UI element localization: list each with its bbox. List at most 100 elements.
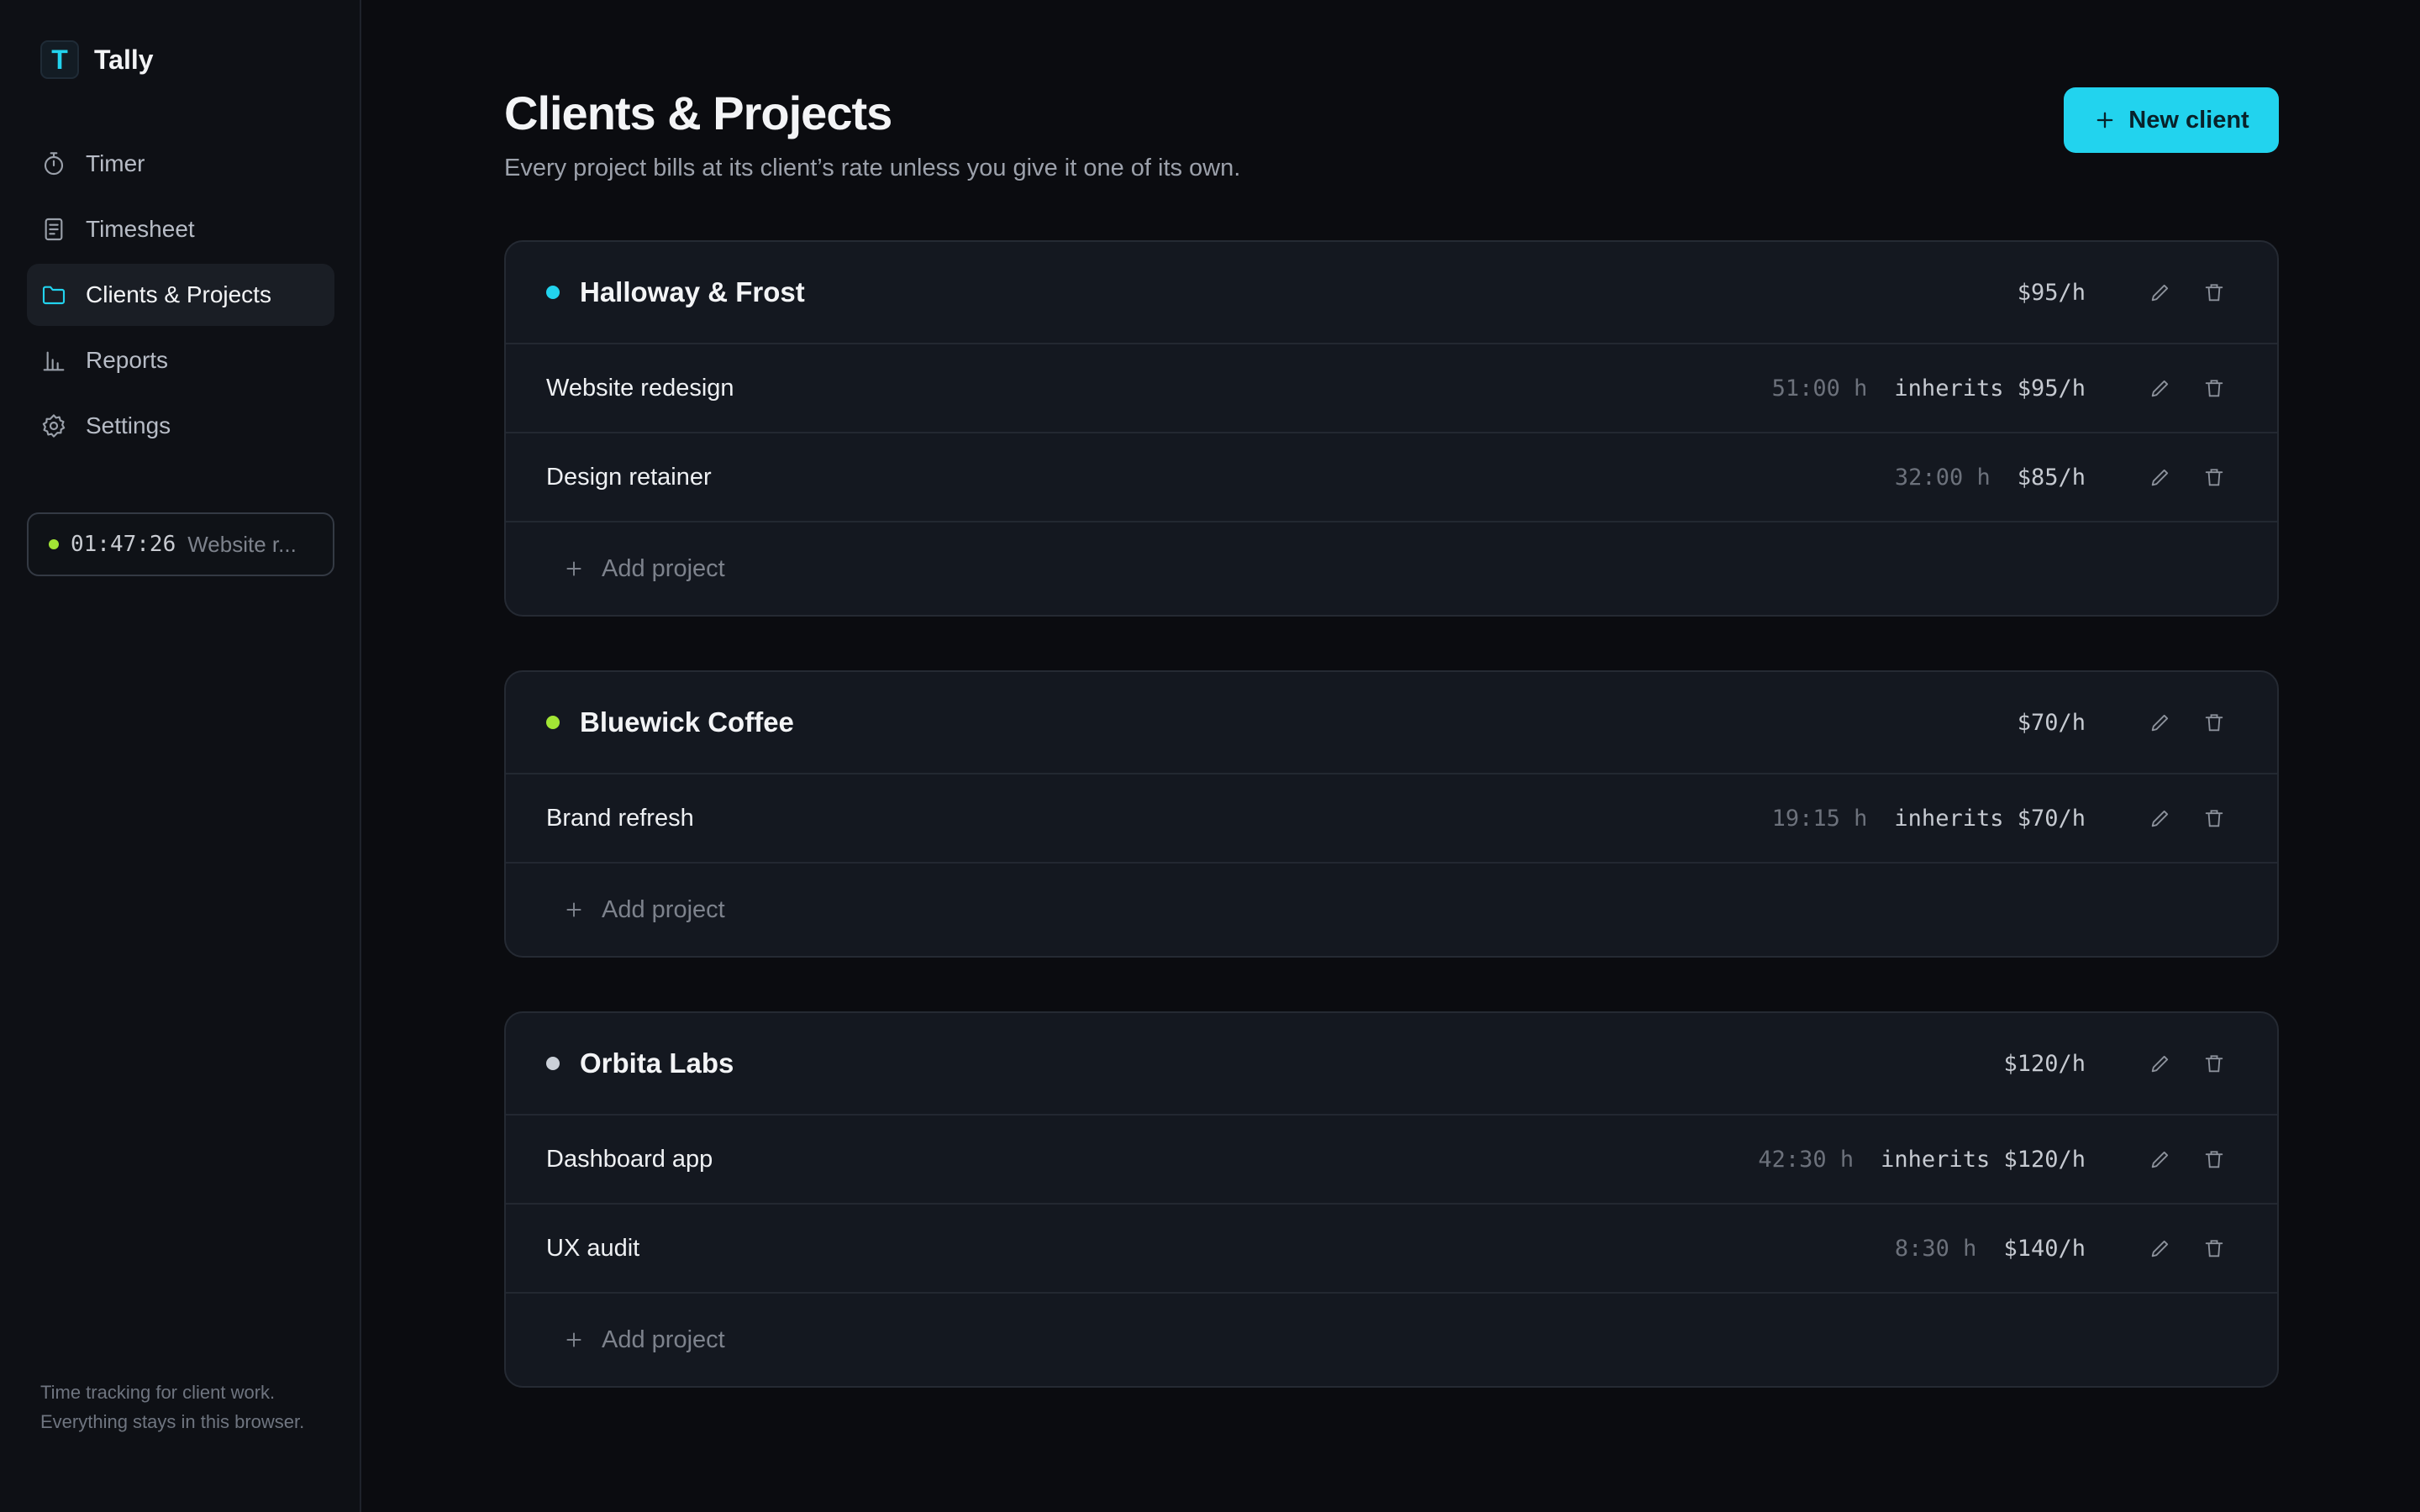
trash-icon	[2205, 1240, 2223, 1257]
delete-client-button[interactable]	[2202, 1051, 2227, 1076]
client-rate: $95/h	[2017, 279, 2086, 306]
project-row[interactable]: Brand refresh 19:15 h inherits $70/h	[506, 774, 2277, 864]
client-rate: $70/h	[2017, 709, 2086, 736]
trash-icon	[2205, 1055, 2223, 1073]
project-row[interactable]: Website redesign 51:00 h inherits $95/h	[506, 344, 2277, 433]
app-name: Tally	[94, 44, 154, 75]
project-name: Design retainer	[546, 463, 712, 491]
project-row[interactable]: UX audit 8:30 h $140/h	[506, 1205, 2277, 1294]
pencil-icon	[2151, 469, 2169, 486]
sidebar-item-label: Reports	[86, 347, 169, 373]
edit-client-button[interactable]	[2148, 1051, 2173, 1076]
trash-icon	[2205, 469, 2223, 486]
delete-client-button[interactable]	[2202, 280, 2227, 305]
trash-icon	[2205, 714, 2223, 732]
project-row[interactable]: Dashboard app 42:30 h inherits $120/h	[506, 1116, 2277, 1205]
project-name: Website redesign	[546, 374, 734, 402]
client-name: Bluewick Coffee	[580, 706, 794, 738]
edit-project-button[interactable]	[2148, 1147, 2173, 1172]
add-project-button[interactable]: Add project	[506, 864, 2277, 956]
edit-project-button[interactable]	[2148, 465, 2173, 490]
delete-client-button[interactable]	[2202, 710, 2227, 735]
client-name: Orbita Labs	[580, 1047, 734, 1079]
new-client-label: New client	[2128, 106, 2249, 134]
sidebar: T Tally Timer Timesheet Clients & Projec…	[0, 0, 361, 1512]
bar-chart-icon	[43, 351, 65, 371]
pencil-icon	[2151, 1055, 2169, 1073]
project-rate: inherits $70/h	[1894, 805, 2086, 832]
running-timer[interactable]: 01:47:26 Website r...	[27, 512, 334, 576]
project-hours: 19:15 h	[1771, 805, 1868, 832]
sidebar-item-timesheet[interactable]: Timesheet	[27, 198, 334, 260]
project-rate: inherits $95/h	[1894, 375, 2086, 402]
client-card: Orbita Labs $120/h Dashboard app 42:30 h…	[504, 1011, 2279, 1388]
edit-project-button[interactable]	[2148, 806, 2173, 831]
project-name: UX audit	[546, 1234, 640, 1262]
client-color-dot	[546, 716, 560, 729]
document-icon	[45, 218, 63, 241]
running-timer-time: 01:47:26	[71, 532, 176, 557]
plus-icon	[566, 902, 581, 917]
delete-project-button[interactable]	[2202, 806, 2227, 831]
plus-icon	[566, 1332, 581, 1347]
edit-client-button[interactable]	[2148, 710, 2173, 735]
add-project-button[interactable]: Add project	[506, 1294, 2277, 1386]
client-color-dot	[546, 286, 560, 299]
trash-icon	[2205, 1151, 2223, 1168]
trash-icon	[2205, 380, 2223, 397]
sidebar-nav: Timer Timesheet Clients & Projects Repor…	[27, 133, 334, 460]
trash-icon	[2205, 810, 2223, 827]
project-rate: $140/h	[2003, 1235, 2086, 1262]
add-project-label: Add project	[602, 895, 725, 923]
project-hours: 8:30 h	[1894, 1235, 1977, 1262]
edit-project-button[interactable]	[2148, 1236, 2173, 1261]
page-title: Clients & Projects	[504, 87, 892, 139]
client-card: Halloway & Frost $95/h Website redesign …	[504, 240, 2279, 617]
delete-project-button[interactable]	[2202, 375, 2227, 401]
sidebar-item-clients-projects[interactable]: Clients & Projects	[27, 264, 334, 326]
sidebar-item-label: Settings	[86, 412, 171, 438]
running-indicator	[49, 539, 59, 549]
project-hours: 42:30 h	[1758, 1146, 1854, 1173]
sidebar-item-label: Timer	[86, 150, 145, 176]
edit-client-button[interactable]	[2148, 280, 2173, 305]
running-timer-project: Website r...	[187, 531, 297, 557]
project-rate: inherits $120/h	[1881, 1146, 2086, 1173]
add-project-label: Add project	[602, 554, 725, 582]
trash-icon	[2205, 284, 2223, 302]
pencil-icon	[2151, 284, 2169, 302]
pencil-icon	[2151, 1151, 2169, 1168]
add-project-label: Add project	[602, 1326, 725, 1353]
project-rate: $85/h	[2017, 464, 2086, 491]
delete-project-button[interactable]	[2202, 1236, 2227, 1261]
client-header: Halloway & Frost $95/h	[506, 242, 2277, 344]
project-name: Brand refresh	[546, 804, 694, 832]
project-hours: 32:00 h	[1894, 464, 1991, 491]
client-name: Halloway & Frost	[580, 276, 805, 307]
plus-icon	[566, 561, 581, 576]
project-row[interactable]: Design retainer 32:00 h $85/h	[506, 433, 2277, 522]
pencil-icon	[2151, 380, 2169, 397]
client-header: Bluewick Coffee $70/h	[506, 672, 2277, 774]
delete-project-button[interactable]	[2202, 1147, 2227, 1172]
pencil-icon	[2151, 810, 2169, 827]
sidebar-item-label: Clients & Projects	[86, 281, 271, 307]
pencil-icon	[2151, 714, 2169, 732]
sidebar-item-settings[interactable]: Settings	[27, 395, 334, 457]
edit-project-button[interactable]	[2148, 375, 2173, 401]
sidebar-item-label: Timesheet	[86, 216, 195, 242]
client-card: Bluewick Coffee $70/h Brand refresh 19:1…	[504, 670, 2279, 958]
brand[interactable]: T Tally	[40, 40, 154, 79]
sidebar-item-reports[interactable]: Reports	[27, 329, 334, 391]
client-header: Orbita Labs $120/h	[506, 1013, 2277, 1116]
add-project-button[interactable]: Add project	[506, 522, 2277, 615]
gear-icon	[42, 414, 66, 438]
tally-logo-icon: T	[40, 40, 79, 79]
delete-project-button[interactable]	[2202, 465, 2227, 490]
client-rate: $120/h	[2003, 1050, 2086, 1077]
project-hours: 51:00 h	[1771, 375, 1868, 402]
pencil-icon	[2151, 1240, 2169, 1257]
page-subtitle: Every project bills at its client’s rate…	[504, 155, 1241, 181]
sidebar-item-timer[interactable]: Timer	[27, 133, 334, 195]
new-client-button[interactable]: New client	[2064, 87, 2279, 153]
